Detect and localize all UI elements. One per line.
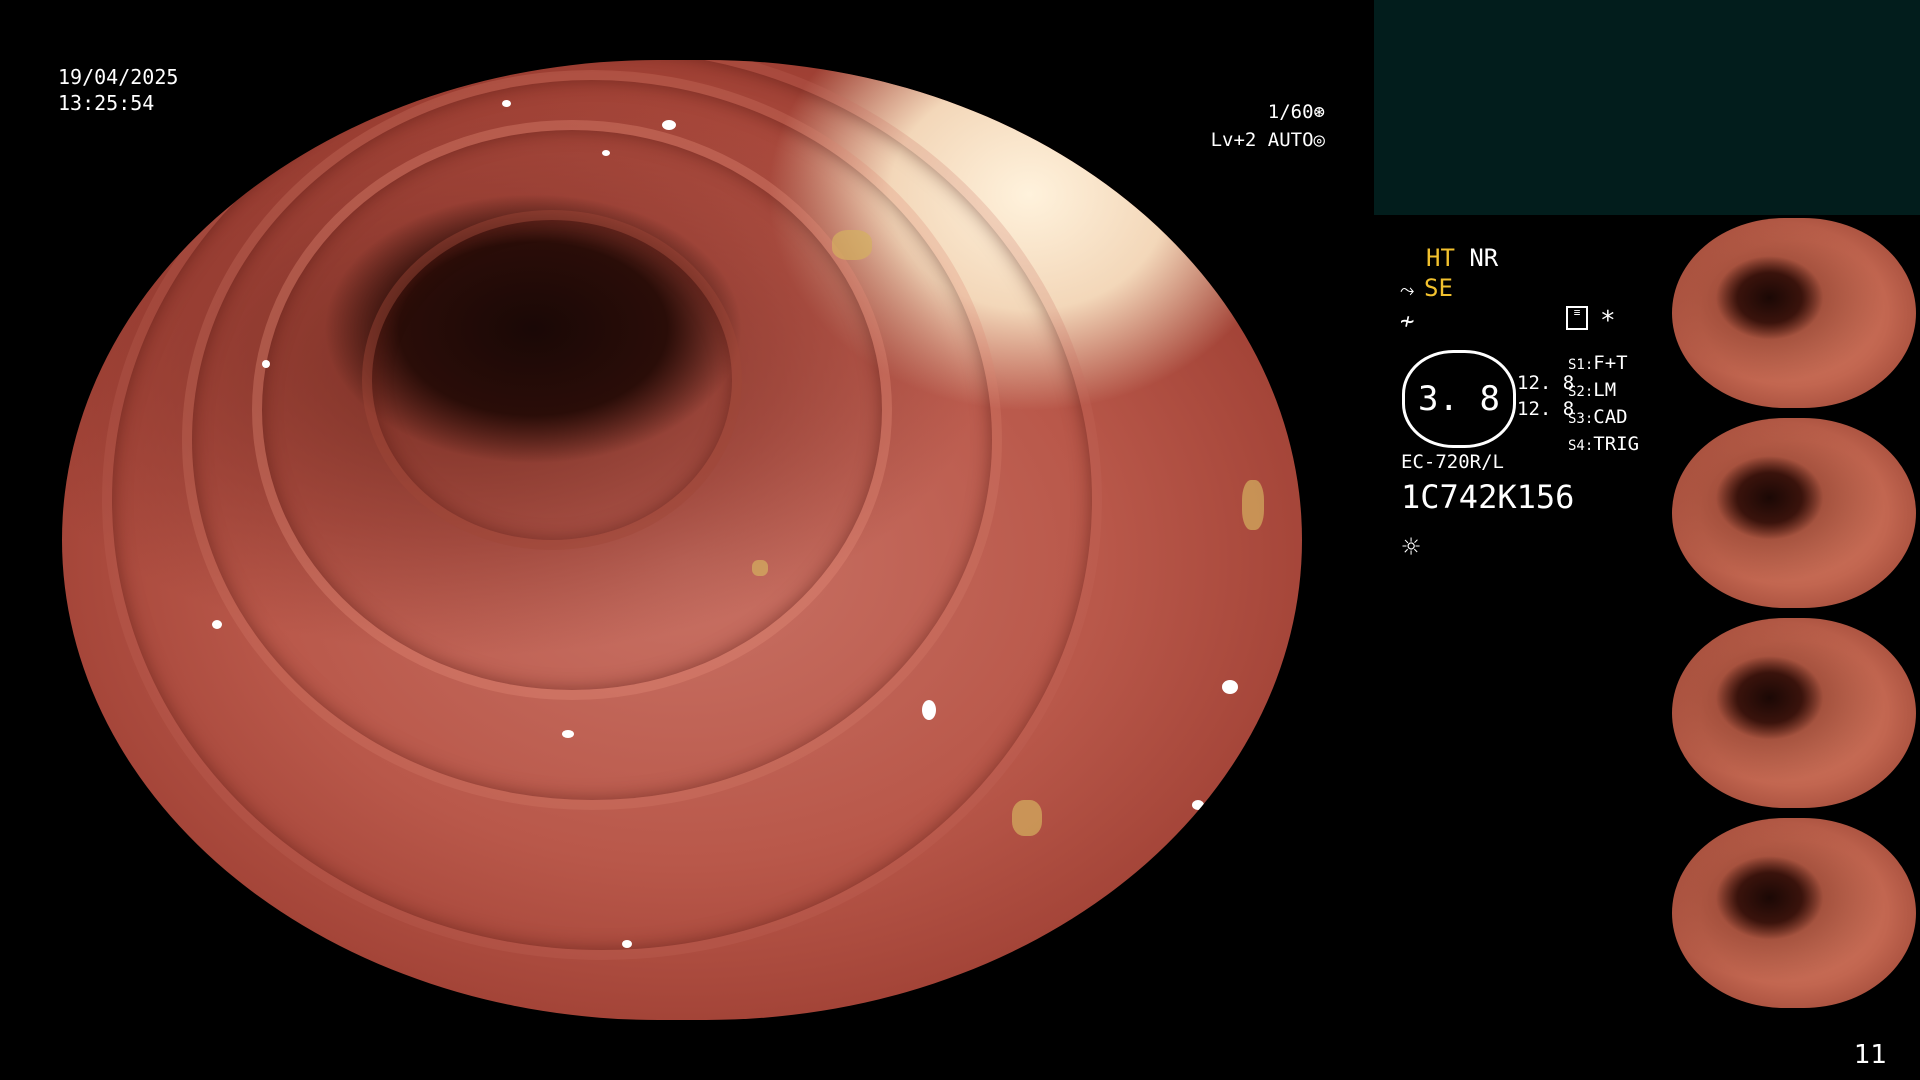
specular-highlight: [212, 620, 222, 629]
specular-highlight: [662, 120, 676, 130]
info-panel-box: [1374, 0, 1920, 215]
zoom-gauge: 3. 8: [1402, 350, 1516, 448]
page-number: 11: [1854, 1040, 1888, 1070]
light-source-icon: ☼: [1402, 530, 1421, 565]
capture-thumbnail[interactable]: 1C742K156: [1672, 618, 1916, 808]
capture-thumbnail[interactable]: 1C742K156: [1672, 418, 1916, 608]
capture-thumbnail[interactable]: 1C742K156: [1672, 218, 1916, 408]
switch-assignments: S1:F+T S2:LM S3:CAD S4:TRIG: [1568, 351, 1639, 459]
ht-mode: HT: [1426, 244, 1455, 272]
shutter-icon: ⊛: [1313, 101, 1325, 123]
switch-row: S2:LM: [1568, 379, 1617, 401]
shutter-speed: 1/60: [1267, 101, 1314, 123]
specular-highlight: [262, 360, 270, 368]
nr-mode: NR: [1469, 244, 1499, 272]
switch-row: S1:F+T: [1568, 352, 1628, 374]
specular-highlight: [1222, 680, 1238, 694]
switch-row: S4:TRIG: [1568, 433, 1640, 455]
freeze-icon: ≁: [1400, 307, 1415, 335]
specular-highlight: [622, 940, 632, 948]
exam-time: 13:25:54: [58, 91, 155, 115]
pump-icon: ⤳: [1400, 280, 1415, 301]
specular-highlight: [562, 730, 574, 738]
asterisk-indicator: *: [1600, 306, 1616, 336]
debris-spot: [1012, 800, 1042, 836]
scope-serial: 1C742K156: [1401, 478, 1575, 516]
debris-spot: [832, 230, 872, 260]
capture-thumbnail[interactable]: 1C742K156: [1672, 818, 1916, 1008]
brightness-level: Lv+2 AUTO: [1210, 129, 1314, 151]
specular-highlight: [1192, 800, 1204, 810]
specular-highlight: [602, 150, 610, 156]
specular-highlight: [922, 700, 936, 720]
thumbnail-label: 1C742K156: [1676, 594, 1725, 604]
thumbnail-label: 1C742K156: [1676, 794, 1725, 804]
gauge-reading-1: 12. 8: [1517, 372, 1575, 394]
exposure-overlay: 1/60⊛ Lv+2 AUTO◎: [1195, 98, 1325, 154]
endoscopy-main-view: [62, 60, 1302, 1020]
mucosal-fold: [362, 210, 742, 550]
scope-model: EC-720R/L: [1401, 451, 1504, 473]
exam-date: 19/04/2025: [58, 65, 179, 89]
specular-highlight: [502, 100, 511, 107]
debris-spot: [1242, 480, 1264, 530]
memo-icon: ≡: [1566, 306, 1588, 330]
gauge-value: 3. 8: [1418, 379, 1500, 419]
gauge-reading-2: 12. 8: [1517, 398, 1575, 420]
thumbnail-label: 1C742K156: [1676, 994, 1725, 1004]
processor-settings: HT NR ⤳ SE ≁: [1400, 243, 1498, 336]
thumbnail-label: 1C742K156: [1676, 394, 1725, 404]
auto-iris-icon: ◎: [1313, 129, 1325, 151]
specular-highlight: [402, 66, 414, 74]
debris-spot: [752, 560, 768, 576]
switch-row: S3:CAD: [1568, 406, 1628, 428]
se-mode: SE: [1424, 274, 1453, 302]
gauge-readings: 12. 8 12. 8: [1517, 370, 1574, 422]
datetime-overlay: 19/04/2025 13:25:54: [58, 64, 178, 116]
